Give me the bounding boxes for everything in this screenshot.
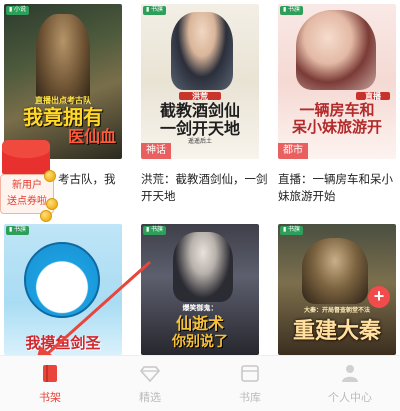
book-cover-2[interactable]: ▮ 书旗 洪荒 截教酒剑仙 一剑开天地 遥遥后土 神话 [141, 4, 259, 159]
person-icon [339, 362, 361, 389]
tab-bookshelf[interactable]: 书架 [0, 356, 100, 411]
book-cover-5[interactable]: ▮ 书旗 爆笑御鬼： 仙逝术 你别说了 [141, 224, 259, 355]
publisher-badge: ▮ 书旗 [143, 6, 166, 15]
bookshelf-icon [39, 362, 61, 389]
bottom-tab-bar: 书架 精选 书库 个人中心 [0, 355, 400, 411]
cover-banner: 大秦：开局督查朝堂不法 [303, 307, 370, 314]
cover-subtitle: 医仙血 [67, 127, 116, 146]
book-title-3[interactable]: 直播：一辆房车和呆小妹旅游开始 [278, 172, 398, 206]
coin-icon [40, 210, 52, 222]
cover-title: 我摸鱼剑圣 [25, 334, 101, 352]
publisher-badge: ▮ 小说 [6, 6, 29, 15]
cover-figure [36, 14, 90, 104]
tab-profile[interactable]: 个人中心 [300, 356, 400, 411]
cover-banner: 直播出点考古队 [35, 95, 91, 105]
tab-label: 精选 [139, 392, 161, 404]
cover-figure [302, 238, 368, 304]
tab-featured[interactable]: 精选 [100, 356, 200, 411]
coin-icon [46, 198, 58, 210]
publisher-badge: ▮ 书旗 [280, 226, 303, 235]
cover-title: 我竟拥有 [23, 105, 103, 129]
publisher-badge: ▮ 书旗 [143, 226, 166, 235]
genre-tag: 都市 [278, 143, 308, 159]
cover-title: 重建大秦 [292, 318, 381, 344]
cover-banner: 爆笑御鬼： [182, 303, 218, 312]
diamond-icon [139, 362, 161, 389]
publisher-badge: ▮ 书旗 [6, 226, 29, 235]
cover-banner: 直播 [356, 92, 390, 100]
cover-figure [24, 242, 100, 318]
cover-banner: 洪荒 [179, 92, 221, 100]
publisher-badge: ▮ 书旗 [280, 6, 303, 15]
cover-figure [296, 10, 376, 90]
cover-title: 仙逝术 [175, 314, 224, 333]
red-envelope-flap [2, 140, 50, 158]
tab-label: 书库 [239, 392, 261, 404]
cover-subtitle: 呆小妹旅游开 [291, 118, 382, 136]
book-cover-3[interactable]: ▮ 书旗 直播 一辆房车和 呆小妹旅游开 都市 [278, 4, 396, 159]
tab-label: 书架 [39, 392, 61, 404]
cover-figure [173, 232, 233, 302]
add-button[interactable]: + [368, 286, 390, 308]
cover-title: 截教酒剑仙 [159, 101, 240, 120]
genre-tag: 神话 [141, 143, 171, 159]
library-icon [239, 362, 261, 389]
book-title-2[interactable]: 洪荒：截教酒剑仙，一剑开天地 [141, 172, 269, 206]
cover-figure [171, 12, 233, 90]
book-title-1[interactable]: 考古队，我 [58, 172, 128, 189]
new-user-promo[interactable]: 新用户 送点券啦 [0, 134, 58, 224]
tab-library[interactable]: 书库 [200, 356, 300, 411]
tab-label: 个人中心 [328, 392, 372, 404]
book-cover-4[interactable]: ▮ 书旗 我摸鱼剑圣 [4, 224, 122, 355]
cover-subtitle: 你别说了 [172, 334, 228, 350]
cover-title: 一辆房车和 [299, 101, 375, 119]
coin-icon [44, 170, 56, 182]
